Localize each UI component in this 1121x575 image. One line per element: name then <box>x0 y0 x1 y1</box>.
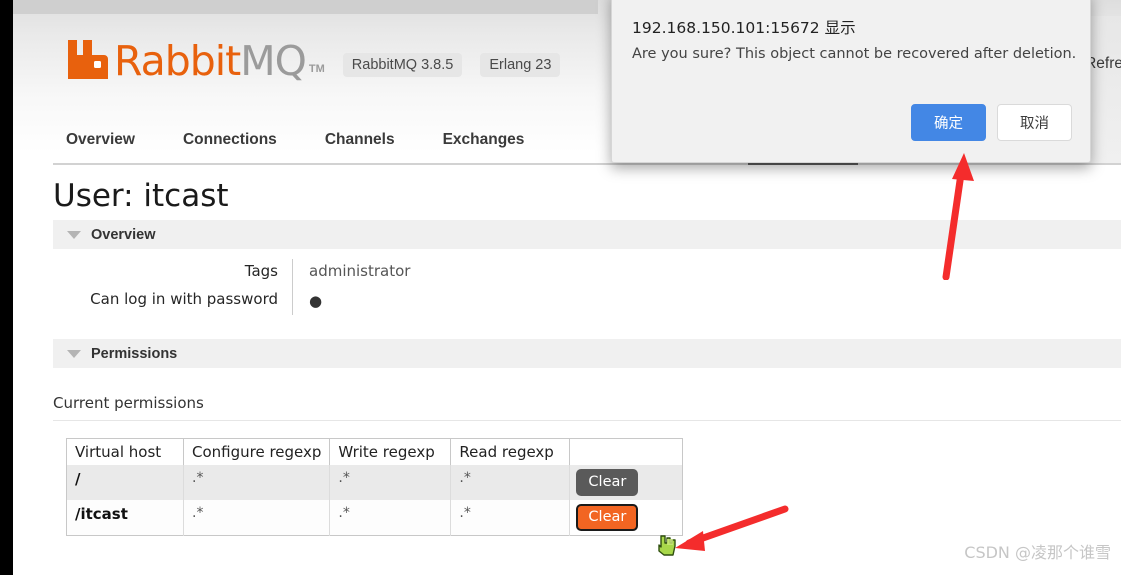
nav-item-channels[interactable]: Channels <box>325 131 395 149</box>
section-header-permissions[interactable]: Permissions <box>53 339 1121 368</box>
brand-logo[interactable]: Rabbit MQ TM RabbitMQ 3.8.5 Erlang 23 <box>66 37 561 85</box>
main-nav: Overview Connections Channels Exchanges <box>66 131 572 149</box>
logo-text-mq: MQ <box>240 37 307 85</box>
table-row: /itcast .* .* .* Clear <box>66 500 683 536</box>
section-title-permissions: Permissions <box>91 345 178 362</box>
logo-trademark: TM <box>308 63 325 75</box>
section-header-overview[interactable]: Overview <box>53 220 1121 249</box>
detail-row-tags: Tags administrator <box>53 259 1121 287</box>
green-hand-cursor-icon <box>658 535 676 556</box>
current-permissions-label: Current permissions <box>53 394 1121 421</box>
version-pill-erlang: Erlang 23 <box>480 53 561 77</box>
cell-read-regexp: .* <box>450 500 571 536</box>
dialog-title: 192.168.150.101:15672 显示 <box>632 19 856 37</box>
cell-virtual-host: / <box>66 465 184 500</box>
clear-button-root-vhost[interactable]: Clear <box>576 469 639 496</box>
column-header-virtual-host: Virtual host <box>66 438 184 465</box>
main-content: User: itcast Overview Tags administrator… <box>13 152 1121 536</box>
section-title-overview: Overview <box>91 226 156 243</box>
column-header-configure-regexp: Configure regexp <box>183 438 331 465</box>
nav-item-overview[interactable]: Overview <box>66 131 135 149</box>
cell-write-regexp: .* <box>329 465 452 500</box>
cell-action: Clear <box>569 500 683 536</box>
rabbitmq-logo-icon <box>66 38 110 81</box>
clear-button-itcast-vhost[interactable]: Clear <box>576 504 639 531</box>
dialog-button-row: 确定 取消 <box>911 104 1072 141</box>
logo-text-rabbit: Rabbit <box>114 37 241 85</box>
dialog-message: Are you sure? This object cannot be reco… <box>632 46 1077 62</box>
overview-details: Tags administrator Can log in with passw… <box>53 259 1121 315</box>
chevron-down-icon <box>67 230 81 239</box>
nav-item-exchanges[interactable]: Exchanges <box>443 131 525 149</box>
permissions-table: Virtual host Configure regexp Write rege… <box>66 438 684 536</box>
cancel-button[interactable]: 取消 <box>997 104 1072 141</box>
cell-write-regexp: .* <box>329 500 452 536</box>
cell-configure-regexp: .* <box>183 465 331 500</box>
column-header-write-regexp: Write regexp <box>329 438 452 465</box>
cell-virtual-host: /itcast <box>66 500 184 536</box>
detail-label-tags: Tags <box>244 262 278 280</box>
column-header-actions <box>569 438 683 465</box>
column-header-read-regexp: Read regexp <box>450 438 571 465</box>
confirm-button[interactable]: 确定 <box>911 104 986 141</box>
chevron-down-icon <box>67 349 81 358</box>
cell-action: Clear <box>569 465 683 500</box>
detail-label-password: Can log in with password <box>90 290 278 308</box>
detail-row-password: Can log in with password ● <box>53 287 1121 315</box>
screen-left-border <box>0 0 13 575</box>
browser-chrome-strip <box>13 0 598 14</box>
table-row: / .* .* .* Clear <box>66 465 683 500</box>
detail-value-password: ● <box>292 287 1069 315</box>
version-pill-rabbitmq: RabbitMQ 3.8.5 <box>342 53 463 77</box>
table-header-row: Virtual host Configure regexp Write rege… <box>66 438 683 465</box>
cell-read-regexp: .* <box>450 465 571 500</box>
watermark: CSDN @凌那个谁雪 <box>964 543 1111 562</box>
confirm-dialog: 192.168.150.101:15672 显示 Are you sure? T… <box>611 0 1091 163</box>
detail-value-tags: administrator <box>292 259 1069 287</box>
nav-item-connections[interactable]: Connections <box>183 131 277 149</box>
cell-configure-regexp: .* <box>183 500 331 536</box>
browser-page: Rabbit MQ TM RabbitMQ 3.8.5 Erlang 23 Ov… <box>13 0 1121 575</box>
